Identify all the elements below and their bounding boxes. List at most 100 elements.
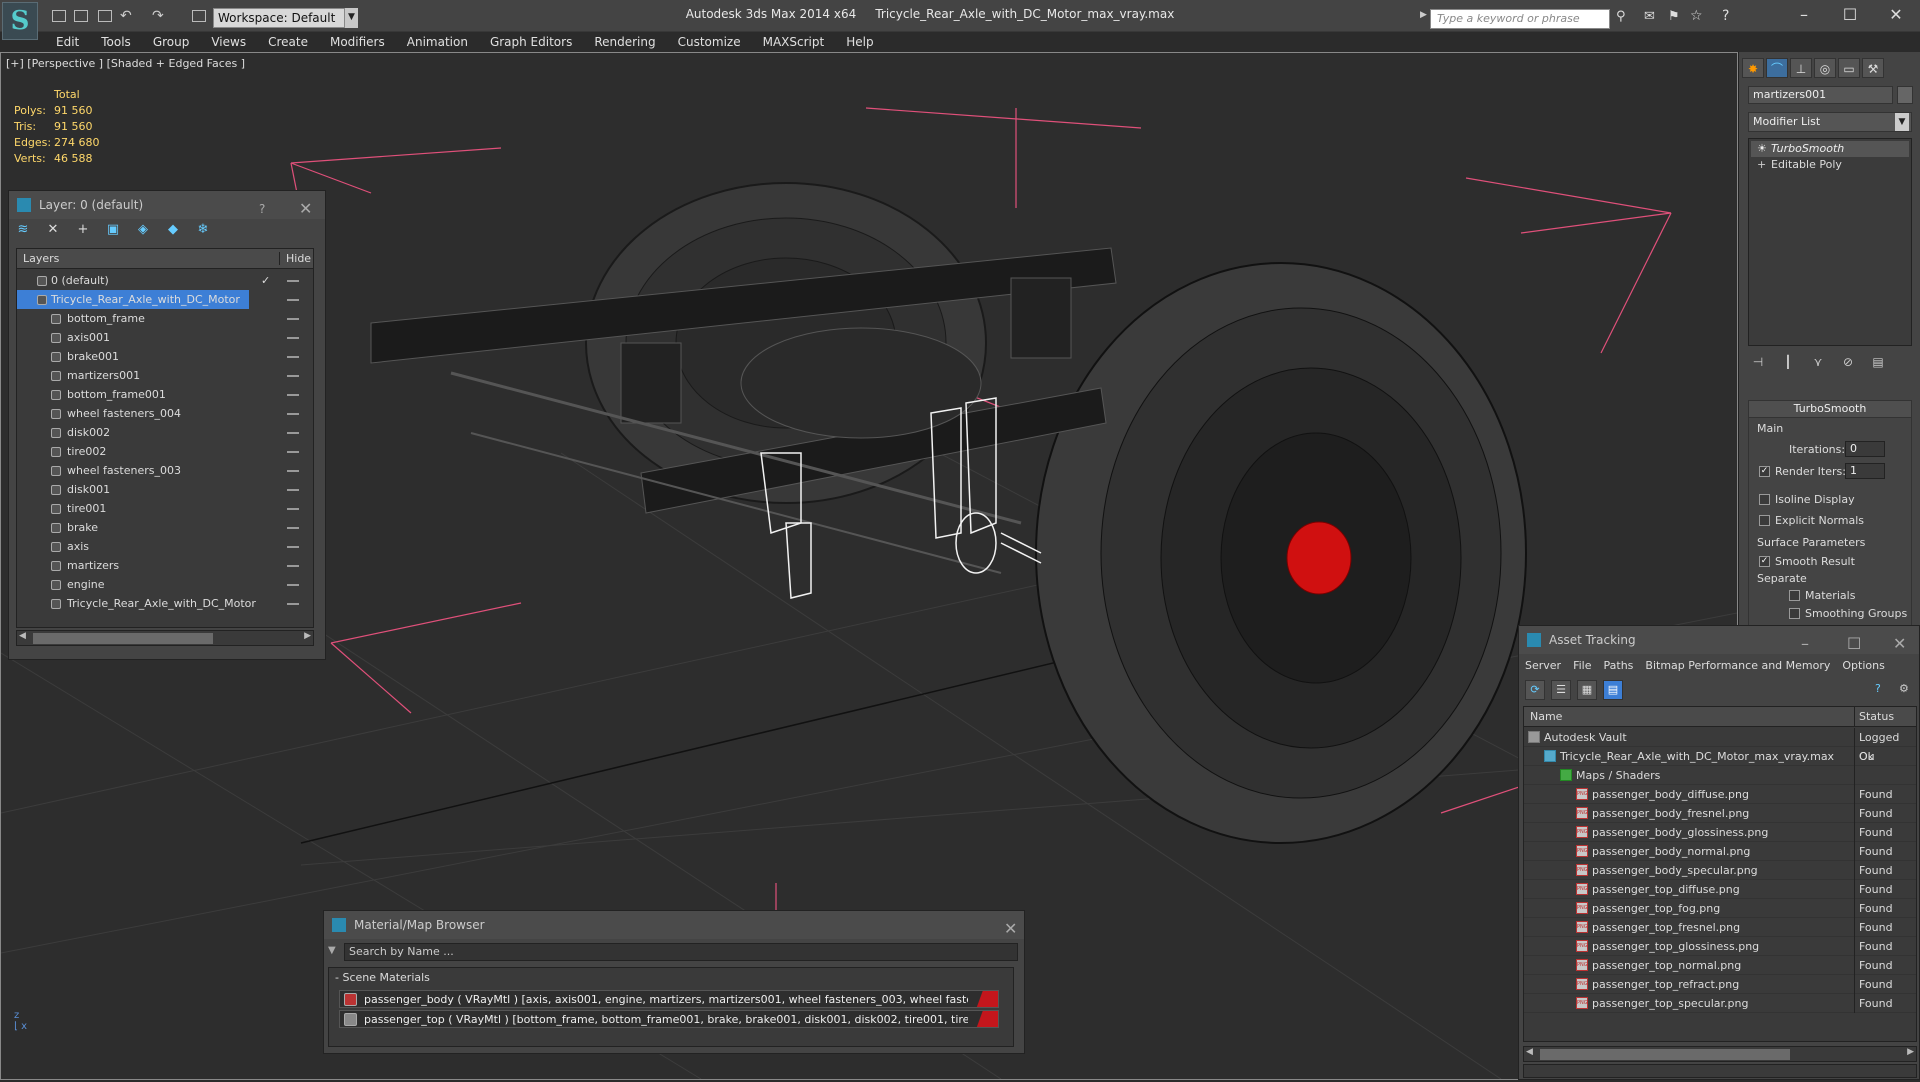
modify-tab-icon[interactable]: ⌒: [1766, 58, 1788, 78]
asset-horizontal-scrollbar[interactable]: ◀ ▶: [1523, 1046, 1917, 1062]
asset-row[interactable]: PNG passenger_body_specular.png Found: [1524, 861, 1916, 880]
refresh-icon[interactable]: ⟳: [1525, 680, 1545, 700]
layer-object-row[interactable]: wheel fasteners_004: [17, 404, 314, 423]
object-name-field[interactable]: martizers001: [1748, 86, 1893, 104]
scroll-right-icon[interactable]: ▶: [304, 631, 311, 641]
hide-toggle[interactable]: [287, 584, 299, 586]
render-iters-spinner[interactable]: 1: [1845, 463, 1885, 479]
favorites-star-icon[interactable]: ☆: [1690, 8, 1703, 24]
thumbnail-view-icon[interactable]: ▦: [1577, 680, 1597, 700]
explicit-normals-checkbox[interactable]: [1759, 515, 1770, 526]
close-icon[interactable]: ✕: [1893, 630, 1906, 658]
layer-object-row[interactable]: tire002: [17, 442, 314, 461]
save-icon[interactable]: [98, 10, 112, 22]
menu-rendering[interactable]: Rendering: [583, 32, 666, 52]
layer-object-row[interactable]: Tricycle_Rear_Axle_with_DC_Motor: [17, 594, 314, 613]
hide-toggle[interactable]: [287, 470, 299, 472]
add-to-layer-icon[interactable]: +: [72, 220, 94, 240]
asset-row[interactable]: Tricycle_Rear_Axle_with_DC_Motor_max_vra…: [1524, 747, 1916, 766]
hide-toggle[interactable]: [287, 565, 299, 567]
material-item-passenger-body[interactable]: passenger_body ( VRayMtl ) [axis, axis00…: [339, 990, 999, 1008]
layer-object-row[interactable]: engine: [17, 575, 314, 594]
communication-center-icon[interactable]: ✉: [1644, 9, 1655, 24]
menu-group[interactable]: Group: [142, 32, 201, 52]
configure-sets-icon[interactable]: ▤: [1868, 352, 1888, 372]
minimize-icon[interactable]: –: [1801, 630, 1809, 658]
show-end-result-icon[interactable]: ┃: [1778, 352, 1798, 372]
current-layer-check-icon[interactable]: ✓: [261, 271, 270, 290]
hierarchy-tab-icon[interactable]: ⊥: [1790, 58, 1812, 78]
search-input[interactable]: Type a keyword or phrase: [1430, 9, 1610, 29]
column-name[interactable]: Name: [1530, 710, 1562, 723]
lightbulb-icon[interactable]: ☀: [1757, 141, 1767, 157]
select-objects-icon[interactable]: ▣: [102, 220, 124, 240]
hide-toggle[interactable]: [287, 451, 299, 453]
material-search-input[interactable]: Search by Name ...: [344, 943, 1018, 961]
layer-horizontal-scrollbar[interactable]: ◀ ▶: [16, 630, 314, 646]
hide-toggle[interactable]: [287, 337, 299, 339]
hide-toggle[interactable]: [287, 356, 299, 358]
layer-object-row[interactable]: martizers001: [17, 366, 314, 385]
layer-row[interactable]: Tricycle_Rear_Axle_with_DC_Motor: [17, 290, 299, 309]
new-file-icon[interactable]: [52, 10, 66, 22]
utilities-tab-icon[interactable]: ⚒: [1862, 58, 1884, 78]
remove-modifier-icon[interactable]: ⊘: [1838, 352, 1858, 372]
hide-toggle[interactable]: [287, 375, 299, 377]
asset-row[interactable]: PNG passenger_top_fresnel.png Found: [1524, 918, 1916, 937]
asset-row[interactable]: Maps / Shaders: [1524, 766, 1916, 785]
expand-plus-icon[interactable]: +: [1757, 157, 1766, 173]
asset-row[interactable]: PNG passenger_top_refract.png Found: [1524, 975, 1916, 994]
hide-toggle[interactable]: [287, 280, 299, 282]
column-layers[interactable]: Layers: [23, 252, 59, 265]
table-view-icon[interactable]: ▤: [1603, 680, 1623, 700]
hide-toggle[interactable]: [287, 546, 299, 548]
menu-graph-editors[interactable]: Graph Editors: [479, 32, 583, 52]
close-button[interactable]: ✕: [1874, 4, 1918, 26]
hide-toggle[interactable]: [287, 394, 299, 396]
scroll-right-icon[interactable]: ▶: [1907, 1047, 1914, 1057]
workspace-dropdown[interactable]: Workspace: Default: [213, 8, 358, 28]
menu-create[interactable]: Create: [257, 32, 319, 52]
viewport-label-menu[interactable]: [+] [Perspective ] [Shaded + Edged Faces…: [6, 57, 245, 70]
asset-row[interactable]: PNG passenger_top_diffuse.png Found: [1524, 880, 1916, 899]
scroll-left-icon[interactable]: ◀: [19, 631, 26, 641]
asset-row[interactable]: PNG passenger_top_normal.png Found: [1524, 956, 1916, 975]
hide-toggle[interactable]: [287, 527, 299, 529]
asset-row[interactable]: PNG passenger_body_fresnel.png Found: [1524, 804, 1916, 823]
close-icon[interactable]: ✕: [1004, 915, 1017, 943]
sign-in-icon[interactable]: ⚑: [1668, 9, 1680, 24]
layer-object-row[interactable]: axis: [17, 537, 314, 556]
hide-toggle[interactable]: [287, 299, 299, 301]
hide-toggle[interactable]: [287, 508, 299, 510]
delete-layer-icon[interactable]: ✕: [42, 220, 64, 240]
isoline-checkbox[interactable]: [1759, 494, 1770, 505]
asset-menu-paths[interactable]: Paths: [1598, 656, 1640, 676]
create-tab-icon[interactable]: ✸: [1742, 58, 1764, 78]
menu-edit[interactable]: Edit: [45, 32, 90, 52]
layer-object-row[interactable]: brake: [17, 518, 314, 537]
layer-row[interactable]: 0 (default) ✓: [17, 271, 314, 290]
asset-menu-bitmap[interactable]: Bitmap Performance and Memory: [1639, 656, 1836, 676]
hide-toggle[interactable]: [287, 489, 299, 491]
binoculars-icon[interactable]: ⚲: [1616, 9, 1626, 24]
asset-row[interactable]: PNG passenger_top_specular.png Found: [1524, 994, 1916, 1013]
layer-object-row[interactable]: bottom_frame: [17, 309, 314, 328]
menu-animation[interactable]: Animation: [396, 32, 479, 52]
menu-customize[interactable]: Customize: [667, 32, 752, 52]
motion-tab-icon[interactable]: ◎: [1814, 58, 1836, 78]
search-options-icon[interactable]: ▼: [328, 945, 340, 957]
asset-row[interactable]: PNG passenger_body_normal.png Found: [1524, 842, 1916, 861]
asset-menu-options[interactable]: Options: [1836, 656, 1890, 676]
project-folder-icon[interactable]: [192, 10, 206, 22]
layer-object-row[interactable]: bottom_frame001: [17, 385, 314, 404]
maximize-icon[interactable]: ☐: [1847, 630, 1861, 658]
render-iters-checkbox[interactable]: ✓: [1759, 466, 1770, 477]
hide-all-icon[interactable]: ◆: [162, 220, 184, 240]
layer-object-row[interactable]: disk001: [17, 480, 314, 499]
menu-modifiers[interactable]: Modifiers: [319, 32, 396, 52]
chevron-down-icon[interactable]: ▼: [344, 8, 358, 28]
layer-object-row[interactable]: martizers: [17, 556, 314, 575]
settings-icon[interactable]: ⚙: [1899, 682, 1909, 695]
material-item-passenger-top[interactable]: passenger_top ( VRayMtl ) [bottom_frame,…: [339, 1010, 999, 1028]
asset-menu-file[interactable]: File: [1567, 656, 1597, 676]
